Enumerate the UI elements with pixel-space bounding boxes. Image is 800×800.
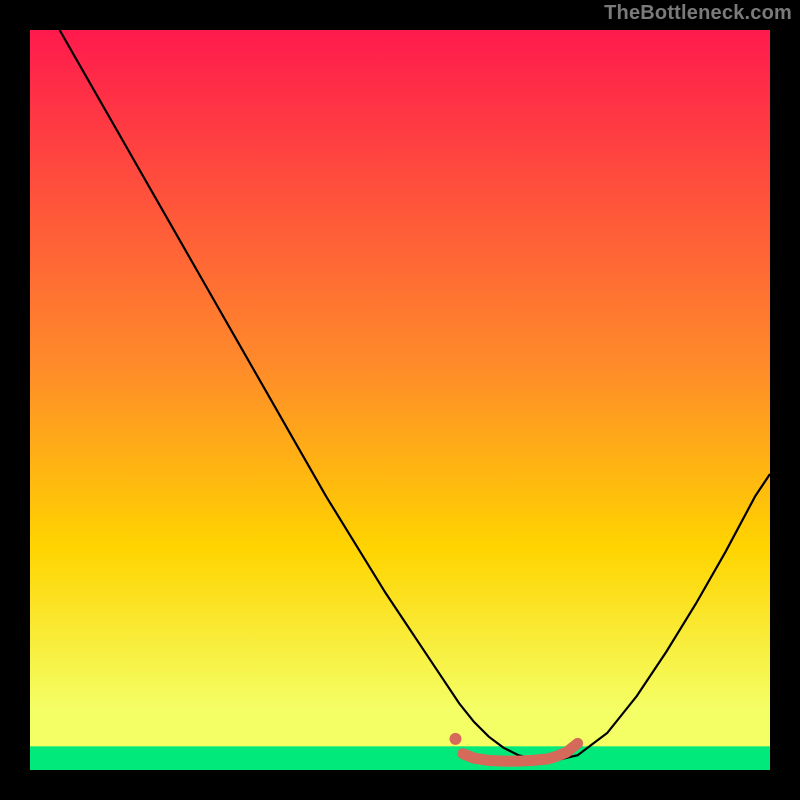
gradient-background bbox=[30, 30, 770, 770]
plot-svg bbox=[30, 30, 770, 770]
plot-area bbox=[30, 30, 770, 770]
watermark-text: TheBottleneck.com bbox=[604, 2, 792, 25]
green-band bbox=[30, 746, 770, 770]
highlight-dot bbox=[450, 733, 462, 745]
chart-frame: TheBottleneck.com bbox=[0, 0, 800, 800]
